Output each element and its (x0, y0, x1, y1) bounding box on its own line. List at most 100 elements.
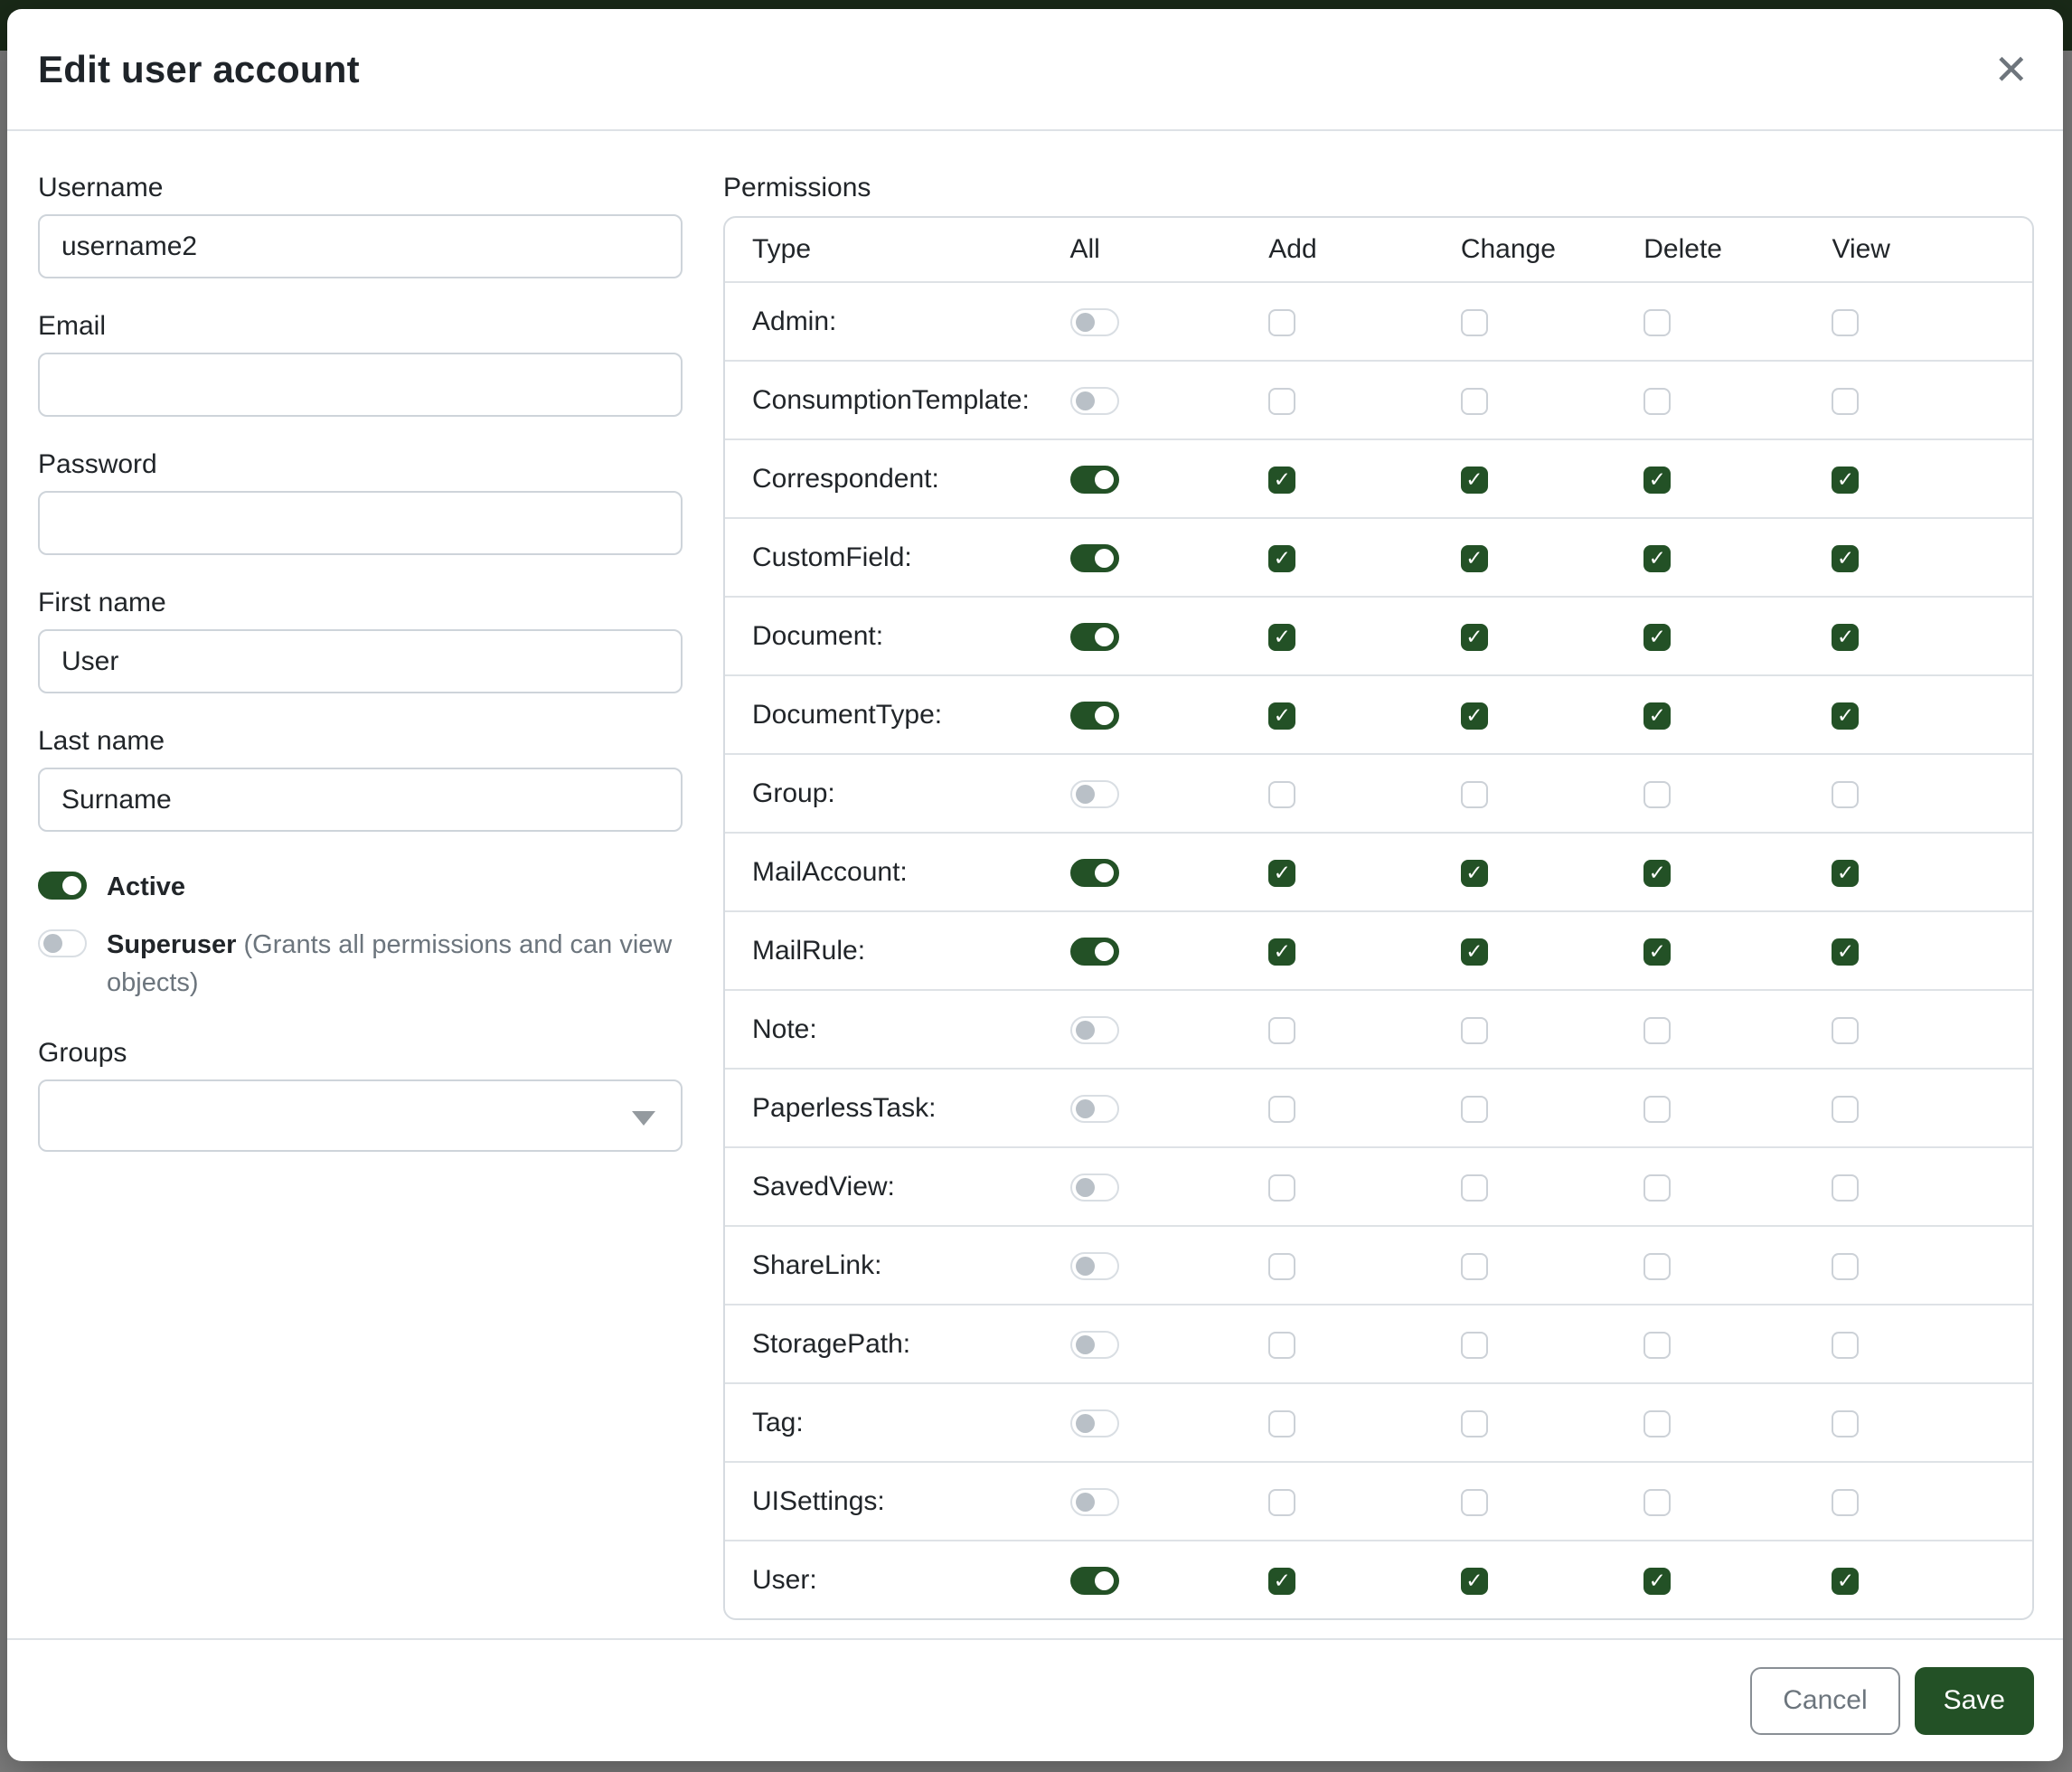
permission-add-checkbox[interactable]: ✓ (1268, 545, 1295, 572)
permission-delete-checkbox[interactable]: ✓ (1643, 467, 1671, 494)
permission-add-checkbox[interactable] (1268, 781, 1295, 808)
permission-change-checkbox[interactable] (1461, 1017, 1488, 1044)
permission-delete-checkbox[interactable] (1643, 1489, 1671, 1516)
permission-change-checkbox[interactable] (1461, 1489, 1488, 1516)
permission-add-checkbox[interactable] (1268, 1253, 1295, 1280)
permission-change-checkbox[interactable] (1461, 388, 1488, 415)
permission-delete-checkbox[interactable] (1643, 1174, 1671, 1202)
permission-delete-checkbox[interactable]: ✓ (1643, 1568, 1671, 1595)
permission-delete-checkbox[interactable] (1643, 1253, 1671, 1280)
permission-add-checkbox[interactable]: ✓ (1268, 702, 1295, 730)
permission-delete-checkbox[interactable] (1643, 1017, 1671, 1044)
permission-all-toggle[interactable] (1070, 1252, 1119, 1280)
permissions-label: Permissions (723, 173, 2034, 203)
permission-delete-checkbox[interactable]: ✓ (1643, 860, 1671, 887)
permission-view-checkbox[interactable] (1832, 1253, 1859, 1280)
permission-change-checkbox[interactable]: ✓ (1461, 860, 1488, 887)
permission-delete-checkbox[interactable]: ✓ (1643, 702, 1671, 730)
permission-delete-checkbox[interactable] (1643, 1332, 1671, 1359)
permission-all-toggle[interactable] (1070, 387, 1119, 415)
permission-add-checkbox[interactable]: ✓ (1268, 1568, 1295, 1595)
permission-all-toggle[interactable] (1070, 623, 1119, 651)
active-toggle[interactable] (38, 872, 87, 900)
permission-all-toggle[interactable] (1070, 1488, 1119, 1516)
permission-all-toggle[interactable] (1070, 1567, 1119, 1595)
permission-change-checkbox[interactable] (1461, 1174, 1488, 1202)
first-name-field[interactable] (38, 629, 683, 693)
permission-all-toggle[interactable] (1070, 544, 1119, 572)
email-field[interactable] (38, 353, 683, 417)
permission-view-checkbox[interactable]: ✓ (1832, 545, 1859, 572)
permission-delete-checkbox[interactable] (1643, 1410, 1671, 1437)
permission-delete-checkbox[interactable] (1643, 781, 1671, 808)
username-input[interactable] (38, 214, 683, 278)
permission-delete-checkbox[interactable]: ✓ (1643, 545, 1671, 572)
permission-all-toggle[interactable] (1070, 466, 1119, 494)
permission-add-checkbox[interactable] (1268, 1489, 1295, 1516)
permission-delete-checkbox[interactable] (1643, 388, 1671, 415)
permission-change-checkbox[interactable] (1461, 1332, 1488, 1359)
permission-view-checkbox[interactable] (1832, 1332, 1859, 1359)
permission-add-checkbox[interactable]: ✓ (1268, 624, 1295, 651)
permission-view-checkbox[interactable] (1832, 388, 1859, 415)
toggle-knob (1095, 942, 1114, 961)
permission-view-checkbox[interactable] (1832, 1489, 1859, 1516)
permission-add-checkbox[interactable]: ✓ (1268, 938, 1295, 966)
permission-delete-checkbox[interactable]: ✓ (1643, 624, 1671, 651)
permission-add-checkbox[interactable] (1268, 309, 1295, 336)
permission-change-checkbox[interactable] (1461, 1410, 1488, 1437)
permission-view-checkbox[interactable] (1832, 1017, 1859, 1044)
permission-view-checkbox[interactable] (1832, 781, 1859, 808)
cancel-button[interactable]: Cancel (1750, 1667, 1899, 1735)
permission-change-checkbox[interactable] (1461, 781, 1488, 808)
permission-all-toggle[interactable] (1070, 859, 1119, 887)
permission-change-checkbox[interactable] (1461, 1096, 1488, 1123)
groups-select[interactable] (38, 1079, 683, 1152)
permission-all-toggle[interactable] (1070, 780, 1119, 808)
permission-add-checkbox[interactable]: ✓ (1268, 860, 1295, 887)
permission-delete-checkbox[interactable]: ✓ (1643, 938, 1671, 966)
toggle-knob (1076, 1178, 1095, 1197)
permission-view-checkbox[interactable]: ✓ (1832, 702, 1859, 730)
permission-add-checkbox[interactable] (1268, 1096, 1295, 1123)
permission-view-checkbox[interactable]: ✓ (1832, 467, 1859, 494)
permission-view-checkbox[interactable]: ✓ (1832, 938, 1859, 966)
permission-all-toggle[interactable] (1070, 1173, 1119, 1202)
permission-add-checkbox[interactable] (1268, 1174, 1295, 1202)
permission-view-checkbox[interactable]: ✓ (1832, 624, 1859, 651)
permission-all-toggle[interactable] (1070, 1331, 1119, 1359)
permission-view-checkbox[interactable]: ✓ (1832, 860, 1859, 887)
permission-change-checkbox[interactable] (1461, 309, 1488, 336)
permission-change-checkbox[interactable]: ✓ (1461, 1568, 1488, 1595)
permission-add-checkbox[interactable] (1268, 388, 1295, 415)
permission-all-toggle[interactable] (1070, 1409, 1119, 1437)
permission-add-checkbox[interactable] (1268, 1332, 1295, 1359)
permission-delete-checkbox[interactable] (1643, 1096, 1671, 1123)
permission-add-checkbox[interactable] (1268, 1410, 1295, 1437)
permission-view-checkbox[interactable]: ✓ (1832, 1568, 1859, 1595)
permission-add-checkbox[interactable]: ✓ (1268, 467, 1295, 494)
permission-change-checkbox[interactable]: ✓ (1461, 938, 1488, 966)
permission-all-toggle[interactable] (1070, 1095, 1119, 1123)
permission-change-checkbox[interactable]: ✓ (1461, 545, 1488, 572)
permission-view-checkbox[interactable] (1832, 1410, 1859, 1437)
permission-all-toggle[interactable] (1070, 308, 1119, 336)
permission-delete-checkbox[interactable] (1643, 309, 1671, 336)
permission-change-checkbox[interactable]: ✓ (1461, 624, 1488, 651)
permission-view-checkbox[interactable] (1832, 309, 1859, 336)
permission-row: Tag: (725, 1382, 2032, 1461)
permission-all-toggle[interactable] (1070, 702, 1119, 730)
superuser-toggle[interactable] (38, 929, 87, 957)
close-icon[interactable]: ✕ (1993, 49, 2029, 90)
permission-view-checkbox[interactable] (1832, 1096, 1859, 1123)
permission-change-checkbox[interactable]: ✓ (1461, 702, 1488, 730)
password-field[interactable] (38, 491, 683, 555)
permission-change-checkbox[interactable] (1461, 1253, 1488, 1280)
permission-add-checkbox[interactable] (1268, 1017, 1295, 1044)
permission-change-checkbox[interactable]: ✓ (1461, 467, 1488, 494)
permission-all-toggle[interactable] (1070, 938, 1119, 966)
permission-all-toggle[interactable] (1070, 1016, 1119, 1044)
save-button[interactable]: Save (1915, 1667, 2034, 1735)
permission-view-checkbox[interactable] (1832, 1174, 1859, 1202)
last-name-field[interactable] (38, 768, 683, 832)
